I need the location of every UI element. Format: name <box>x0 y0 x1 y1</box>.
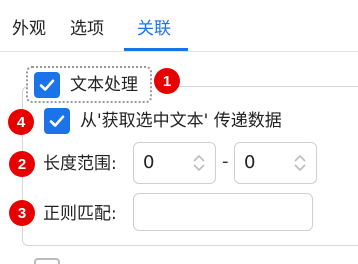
length-max-value: 0 <box>244 152 256 173</box>
spin-arrows-icon[interactable] <box>192 151 206 175</box>
tab-divider <box>0 51 358 52</box>
tab-appearance[interactable]: 外观 <box>12 17 46 41</box>
annotation-badge-3: 3 <box>9 200 35 226</box>
annotation-badge-2: 2 <box>9 151 35 177</box>
regex-input[interactable] <box>133 193 313 231</box>
length-range-label: 长度范围: <box>43 154 117 174</box>
annotation-badge-1: 1 <box>154 68 180 94</box>
checkmark-icon <box>39 79 55 91</box>
tab-association[interactable]: 关联 <box>137 17 171 41</box>
fetch-selected-checkbox[interactable] <box>44 108 70 134</box>
checkmark-icon <box>49 115 65 127</box>
tab-bar: 外观 选项 关联 <box>0 0 358 52</box>
spin-arrows-icon[interactable] <box>293 151 307 175</box>
annotation-badge-4: 4 <box>8 109 34 135</box>
settings-panel: 外观 选项 关联 文本处理 1 4 从'获取选中文本' 传递数据 2 长度范围:… <box>0 0 358 264</box>
text-processing-label[interactable]: 文本处理 <box>70 74 138 96</box>
length-min-spinbox[interactable]: 0 <box>133 142 216 184</box>
range-separator: - <box>222 151 229 172</box>
tab-options[interactable]: 选项 <box>70 17 104 41</box>
length-min-value: 0 <box>143 152 155 173</box>
text-processing-checkbox[interactable] <box>34 72 60 98</box>
fetch-selected-label[interactable]: 从'获取选中文本' 传递数据 <box>80 110 282 132</box>
next-checkbox-partial[interactable] <box>34 258 60 264</box>
length-max-spinbox[interactable]: 0 <box>234 142 317 184</box>
regex-match-label: 正则匹配: <box>43 204 117 224</box>
